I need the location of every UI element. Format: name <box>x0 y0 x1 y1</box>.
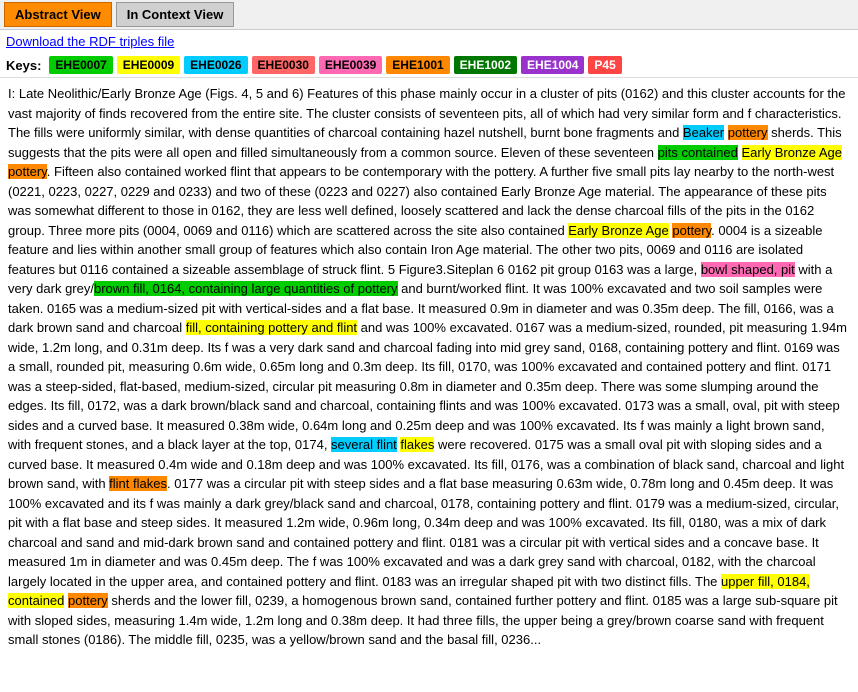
content-area: I: Late Neolithic/Early Bronze Age (Figs… <box>0 78 858 678</box>
tab-context-view[interactable]: In Context View <box>116 2 235 27</box>
highlight-pottery4: pottery <box>68 593 108 608</box>
keys-bar: Keys: EHE0007 EHE0009 EHE0026 EHE0030 EH… <box>0 53 858 78</box>
highlight-early-bronze1: Early Bronze Age <box>742 145 842 160</box>
key-ehe0009[interactable]: EHE0009 <box>117 56 180 74</box>
highlight-pottery3: pottery <box>672 223 711 238</box>
key-ehe0007[interactable]: EHE0007 <box>49 56 112 74</box>
highlight-brown-fill: brown fill, 0164, containing large quant… <box>94 281 398 296</box>
content-paragraph: I: Late Neolithic/Early Bronze Age (Figs… <box>8 84 850 650</box>
highlight-flint-flakes2: flint flakes <box>109 476 167 491</box>
highlight-bowl-shaped: bowl shaped, pit <box>701 262 795 277</box>
key-ehe0030[interactable]: EHE0030 <box>252 56 315 74</box>
highlight-pottery1: pottery <box>728 125 768 140</box>
top-bar: Abstract View In Context View <box>0 0 858 30</box>
key-ehe0039[interactable]: EHE0039 <box>319 56 382 74</box>
key-ehe1001[interactable]: EHE1001 <box>386 56 449 74</box>
highlight-several-flint: several flint <box>331 437 397 452</box>
download-rdf-link[interactable]: Download the RDF triples file <box>0 30 858 53</box>
highlight-pottery2: pottery <box>8 164 47 179</box>
highlight-early-bronze2: Early Bronze Age <box>568 223 668 238</box>
key-ehe0026[interactable]: EHE0026 <box>184 56 247 74</box>
highlight-fill-containing: fill, containing pottery and flint <box>186 320 357 335</box>
highlight-beaker: Beaker <box>683 125 724 140</box>
highlight-flakes1: flakes <box>400 437 434 452</box>
highlight-pits-contained: pits contained <box>658 145 738 160</box>
keys-label: Keys: <box>6 58 41 73</box>
key-p45[interactable]: P45 <box>588 56 621 74</box>
tab-abstract-view[interactable]: Abstract View <box>4 2 112 27</box>
highlight-upper-fill: upper fill, 0184, contained <box>8 574 810 609</box>
key-ehe1004[interactable]: EHE1004 <box>521 56 584 74</box>
key-ehe1002[interactable]: EHE1002 <box>454 56 517 74</box>
